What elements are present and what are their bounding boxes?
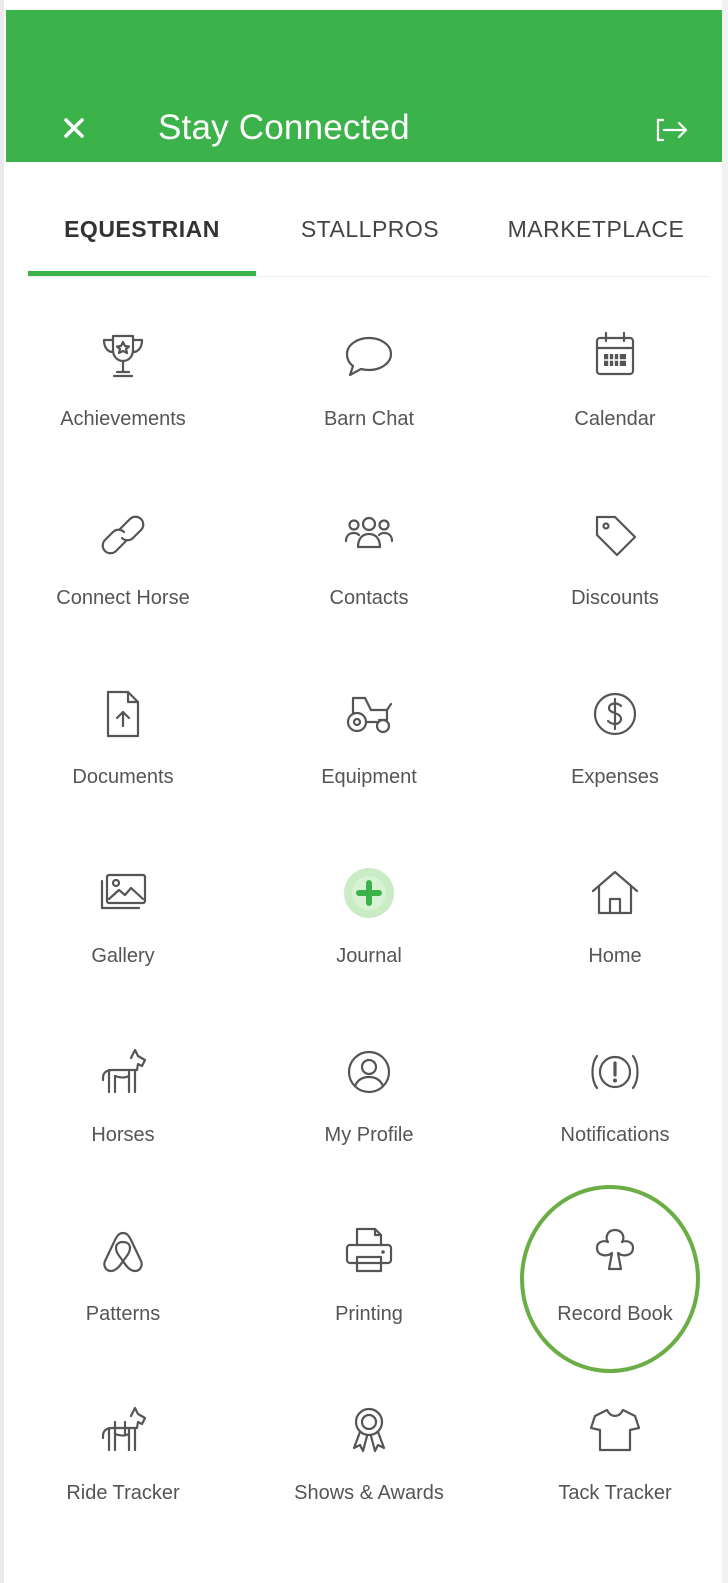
app-header: Stay Connected xyxy=(6,10,722,162)
menu-item-home[interactable]: Home xyxy=(492,837,728,1016)
menu-item-label: Contacts xyxy=(329,587,409,609)
tab-stallpros[interactable]: STALLPROS xyxy=(256,190,484,272)
profile-icon xyxy=(339,1042,399,1102)
contacts-icon xyxy=(339,505,399,565)
menu-item-label: Notifications xyxy=(560,1124,670,1146)
menu-item-discounts[interactable]: Discounts xyxy=(492,479,728,658)
tab-equestrian[interactable]: EQUESTRIAN xyxy=(28,190,256,272)
menu-item-notifications[interactable]: Notifications xyxy=(492,1016,728,1195)
menu-item-achievements[interactable]: Achievements xyxy=(0,300,246,479)
menu-item-horses[interactable]: Horses xyxy=(0,1016,246,1195)
menu-item-barn-chat[interactable]: Barn Chat xyxy=(246,300,492,479)
menu-item-label: Ride Tracker xyxy=(66,1482,180,1504)
add-journal-icon xyxy=(339,863,399,923)
menu-item-label: Calendar xyxy=(574,408,656,430)
active-tab-indicator xyxy=(28,271,256,276)
notification-alert-icon xyxy=(585,1042,645,1102)
gallery-icon xyxy=(93,863,153,923)
menu-item-label: Expenses xyxy=(571,766,659,788)
dollar-icon xyxy=(585,684,645,744)
section-tabs: EQUESTRIAN STALLPROS MARKETPLACE xyxy=(28,190,708,277)
menu-item-connect-horse[interactable]: Connect Horse xyxy=(0,479,246,658)
trophy-icon xyxy=(93,326,153,386)
menu-item-documents[interactable]: Documents xyxy=(0,658,246,837)
menu-item-label: Horses xyxy=(91,1124,155,1146)
menu-item-tack-tracker[interactable]: Tack Tracker xyxy=(492,1374,728,1553)
menu-item-contacts[interactable]: Contacts xyxy=(246,479,492,658)
logout-button[interactable] xyxy=(650,110,694,150)
menu-item-record-book[interactable]: Record Book xyxy=(492,1195,728,1374)
chat-bubble-icon xyxy=(339,326,399,386)
page-title: Stay Connected xyxy=(158,108,410,147)
menu-item-label: Barn Chat xyxy=(323,408,415,430)
menu-item-gallery[interactable]: Gallery xyxy=(0,837,246,1016)
shirt-icon xyxy=(585,1400,645,1460)
menu-item-equipment[interactable]: Equipment xyxy=(246,658,492,837)
menu-item-journal[interactable]: Journal xyxy=(246,837,492,1016)
menu-item-label: Home xyxy=(588,945,642,967)
menu-item-label: Gallery xyxy=(91,945,155,967)
close-icon xyxy=(64,118,84,138)
menu-item-my-profile[interactable]: My Profile xyxy=(246,1016,492,1195)
logout-icon xyxy=(656,118,688,142)
link-icon xyxy=(93,505,153,565)
printer-icon xyxy=(339,1221,399,1281)
tag-icon xyxy=(585,505,645,565)
menu-item-label: Printing xyxy=(335,1303,403,1325)
award-ribbon-icon xyxy=(339,1400,399,1460)
menu-item-label: My Profile xyxy=(324,1124,414,1146)
menu-item-label: Record Book xyxy=(557,1303,673,1325)
menu-item-ride-tracker[interactable]: Ride Tracker xyxy=(0,1374,246,1553)
menu-item-label: Journal xyxy=(336,945,402,967)
menu-item-label: Achievements xyxy=(60,408,186,430)
menu-item-label: Shows & Awards xyxy=(294,1482,444,1504)
patterns-icon xyxy=(93,1221,153,1281)
tab-marketplace[interactable]: MARKETPLACE xyxy=(484,190,708,272)
menu-item-label: Tack Tracker xyxy=(558,1482,672,1504)
menu-item-label: Equipment xyxy=(321,766,417,788)
menu-item-printing[interactable]: Printing xyxy=(246,1195,492,1374)
menu-item-label: Discounts xyxy=(571,587,659,609)
menu-item-expenses[interactable]: Expenses xyxy=(492,658,728,837)
ride-tracker-icon xyxy=(93,1400,153,1460)
menu-item-shows-awards[interactable]: Shows & Awards xyxy=(246,1374,492,1553)
home-icon xyxy=(585,863,645,923)
clover-icon xyxy=(585,1221,645,1281)
calendar-icon xyxy=(585,326,645,386)
document-upload-icon xyxy=(93,684,153,744)
menu-item-patterns[interactable]: Patterns xyxy=(0,1195,246,1374)
menu-item-label: Connect Horse xyxy=(56,587,190,609)
menu-item-calendar[interactable]: Calendar xyxy=(492,300,728,479)
tractor-icon xyxy=(339,684,399,744)
menu-item-label: Patterns xyxy=(85,1303,161,1325)
menu-item-label: Documents xyxy=(72,766,174,788)
horse-icon xyxy=(93,1042,153,1102)
close-button[interactable] xyxy=(54,108,94,148)
